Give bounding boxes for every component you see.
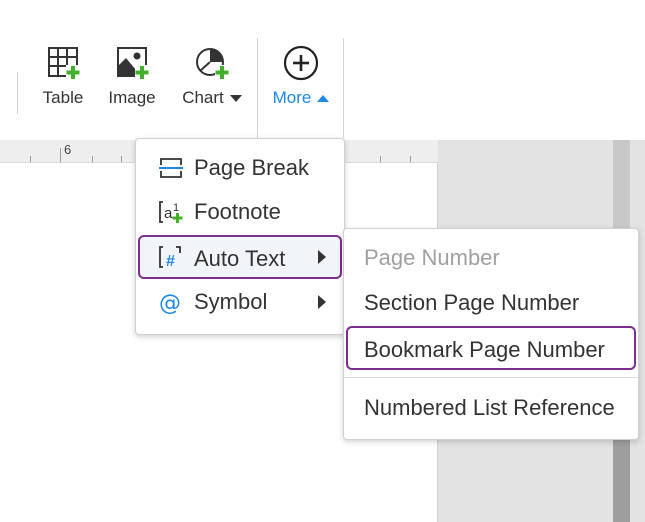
ruler-tick — [92, 156, 93, 162]
chevron-down-icon — [229, 95, 242, 103]
menu-item-page-break[interactable]: Page Break — [138, 146, 342, 190]
ribbon-divider — [17, 72, 18, 114]
menu-item-label: Page Break — [194, 155, 309, 180]
auto-text-icon: # — [159, 246, 181, 269]
svg-text:@: @ — [159, 291, 181, 314]
menu-item-auto-text[interactable]: # Auto Text — [138, 235, 342, 279]
chart-add-icon — [196, 48, 229, 79]
insert-ribbon: Table Image Chart More — [0, 0, 645, 140]
ribbon-divider — [343, 38, 344, 138]
submenu-arrow-icon — [318, 295, 326, 309]
image-button-label: Image — [108, 88, 156, 107]
submenu-item-section-page-number[interactable]: Section Page Number — [346, 281, 636, 325]
submenu-item-label: Page Number — [364, 245, 500, 270]
submenu-item-bookmark-page-number[interactable]: Bookmark Page Number — [346, 326, 636, 370]
menu-item-label: Symbol — [194, 289, 268, 314]
image-add-icon — [117, 47, 149, 79]
ruler-number: 6 — [64, 142, 72, 157]
ruler-tick — [410, 156, 411, 162]
page-break-icon — [159, 158, 183, 178]
chart-button-label: Chart — [176, 88, 248, 108]
plus-circle-icon — [283, 45, 319, 81]
submenu-item-label: Numbered List Reference — [364, 395, 615, 420]
table-button-label: Table — [42, 88, 84, 107]
image-button[interactable]: Image — [106, 44, 158, 108]
submenu-item-page-number: Page Number — [346, 236, 636, 280]
ruler-tick — [30, 156, 31, 162]
ruler-tick — [380, 156, 381, 162]
menu-item-symbol[interactable]: @ Symbol — [138, 280, 342, 324]
ruler-tick — [60, 148, 61, 162]
chart-button[interactable]: Chart — [176, 44, 248, 108]
footnote-icon: a 1 — [159, 201, 183, 223]
menu-divider — [344, 377, 638, 378]
submenu-item-label: Bookmark Page Number — [364, 337, 605, 362]
svg-text:#: # — [166, 253, 175, 269]
more-insert-menu: Page Break a 1 Footnote # Auto Text @ Sy… — [135, 138, 345, 335]
at-symbol-icon: @ — [159, 291, 181, 314]
more-button[interactable]: More — [266, 44, 336, 108]
auto-text-submenu: Page Number Section Page Number Bookmark… — [343, 228, 639, 440]
menu-item-footnote[interactable]: a 1 Footnote — [138, 190, 342, 234]
chevron-up-icon — [317, 95, 330, 103]
table-button[interactable]: Table — [38, 44, 88, 108]
menu-item-label: Auto Text — [194, 246, 286, 271]
submenu-item-label: Section Page Number — [364, 290, 580, 315]
ribbon-divider — [257, 38, 258, 138]
submenu-arrow-icon — [318, 250, 326, 264]
menu-item-label: Footnote — [194, 199, 281, 224]
svg-text:1: 1 — [173, 202, 179, 214]
submenu-item-numbered-list-reference[interactable]: Numbered List Reference — [346, 386, 636, 430]
svg-text:a: a — [164, 205, 173, 222]
table-add-icon — [48, 47, 80, 79]
more-button-label: More — [266, 88, 336, 108]
ruler-tick — [121, 156, 122, 162]
